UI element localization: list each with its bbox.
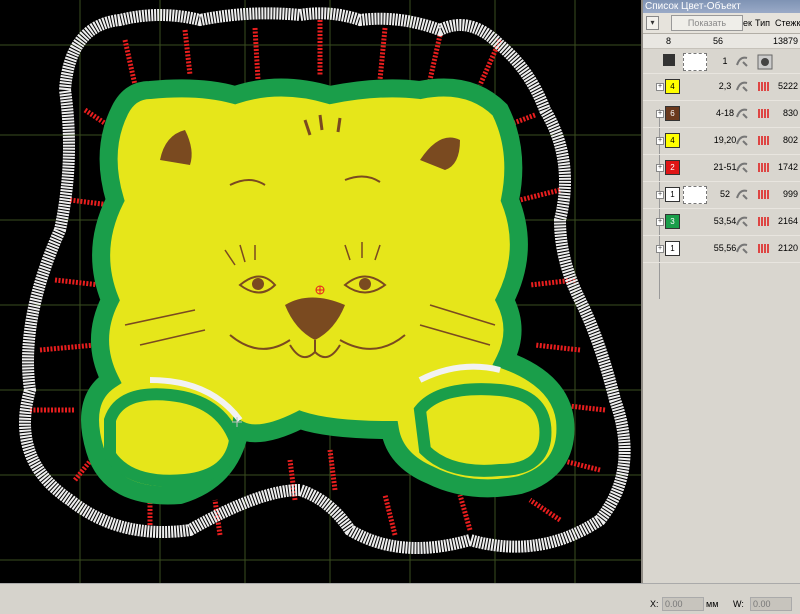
expand-toggle-icon[interactable]: + [656, 164, 664, 172]
expand-toggle-icon[interactable]: + [656, 245, 664, 253]
show-button[interactable]: Показать [671, 15, 743, 31]
stitch-type-icon [757, 187, 771, 201]
w-label: W: [733, 599, 744, 609]
stitch-count: 1742 [777, 162, 798, 172]
list-item[interactable]: +1 55,56 2120 [643, 236, 800, 263]
stitch-direction-icon [734, 159, 750, 175]
left-paw [104, 388, 242, 487]
stitch-direction-icon [734, 240, 750, 256]
x-label: X: [650, 599, 659, 609]
list-item[interactable]: +1 [643, 49, 800, 74]
color-swatch[interactable]: 2 [665, 160, 680, 175]
x-coordinate-field[interactable]: 0.00 [662, 597, 704, 611]
expand-toggle-icon[interactable]: + [656, 218, 664, 226]
stitch-count: 802 [782, 135, 798, 145]
stitch-count: 2120 [777, 243, 798, 253]
stitch-type-icon [757, 79, 771, 93]
color-swatch[interactable] [663, 54, 675, 66]
expand-toggle-icon[interactable]: + [656, 137, 664, 145]
stitch-direction-icon [734, 186, 750, 202]
chevron-down-icon[interactable]: ▾ [646, 16, 659, 30]
stitch-direction-icon [734, 78, 750, 94]
design-center-marker [315, 285, 325, 295]
column-header-stitches: Стежк [775, 18, 800, 28]
stitch-count: 999 [782, 189, 798, 199]
object-thumbnail-icon [683, 53, 707, 71]
list-item[interactable]: +6 4-18 830 [643, 101, 800, 128]
stitch-type-icon [757, 133, 771, 147]
color-swatch[interactable]: 1 [665, 241, 680, 256]
stitch-count: 830 [782, 108, 798, 118]
stitch-direction-icon [734, 53, 750, 69]
total-objects: 56 [713, 36, 724, 46]
panel-toolbar: ▾ Показать ек Тип Стежк [643, 13, 800, 34]
panel-title: Список Цвет-Объект [643, 0, 800, 13]
right-pupil [359, 278, 371, 290]
right-paw [413, 383, 552, 477]
list-item[interactable]: +2 21-51 1742 [643, 155, 800, 182]
total-stitches: 13879 [772, 36, 798, 46]
list-item[interactable]: +4 19,20 802 [643, 128, 800, 155]
expand-toggle-icon[interactable]: + [656, 110, 664, 118]
color-swatch[interactable]: 4 [665, 133, 680, 148]
object-thumbnail-icon [683, 186, 707, 204]
stitch-type-icon [757, 54, 773, 70]
stitch-direction-icon [734, 213, 750, 229]
column-header-type: Тип [755, 18, 771, 28]
expand-toggle-icon[interactable]: + [656, 83, 664, 91]
stitch-count: 5222 [777, 81, 798, 91]
x-unit: мм [706, 599, 719, 609]
color-swatch[interactable]: 1 [665, 187, 680, 202]
color-swatch[interactable]: 6 [665, 106, 680, 121]
color-swatch[interactable]: 4 [665, 79, 680, 94]
totals-row: 8 56 13879 [643, 34, 800, 49]
color-object-list-panel: Список Цвет-Объект ▾ Показать ек Тип Сте… [641, 0, 800, 583]
w-size-field[interactable]: 0.00 [750, 597, 792, 611]
color-swatch[interactable]: 3 [665, 214, 680, 229]
embroidery-preview [0, 0, 641, 583]
stitch-direction-icon [734, 132, 750, 148]
stitch-type-icon [757, 160, 771, 174]
status-bar: X: 0.00 мм W: 0.00 [0, 583, 800, 614]
total-colors: 8 [666, 36, 672, 46]
column-header-nap: ек [743, 18, 752, 28]
expand-toggle-icon[interactable]: + [656, 191, 664, 199]
stitch-count: 2164 [777, 216, 798, 226]
stitch-type-icon [757, 214, 771, 228]
list-item[interactable]: +1 52 999 [643, 182, 800, 209]
stitch-direction-icon [734, 105, 750, 121]
color-object-list[interactable]: +1+42,35222+64-18830+419,20802+221-51174… [643, 49, 800, 299]
design-canvas[interactable] [0, 0, 641, 583]
stitch-type-icon [757, 241, 771, 255]
list-item[interactable]: +4 2,3 5222 [643, 74, 800, 101]
left-pupil [252, 278, 264, 290]
list-item[interactable]: +3 53,54 2164 [643, 209, 800, 236]
stitch-type-icon [757, 106, 771, 120]
